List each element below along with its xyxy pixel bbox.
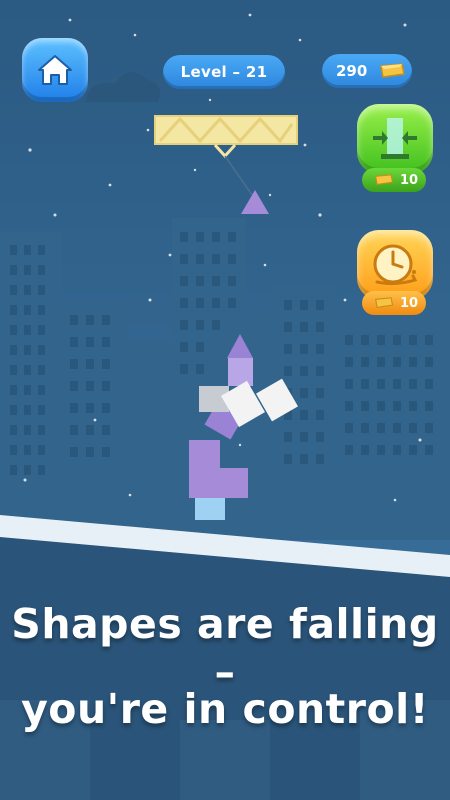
gold-bar-icon — [380, 63, 405, 78]
promo-line-1: Shapes are falling – — [11, 600, 439, 696]
block-light-blue — [195, 498, 225, 520]
coin-counter: 290 — [322, 54, 412, 88]
powerup-slow-time-button[interactable] — [357, 230, 433, 300]
price-value: 10 — [400, 172, 419, 188]
home-icon — [38, 55, 72, 85]
level-label: Level – 21 — [180, 63, 268, 81]
powerup-push-price: 10 — [362, 168, 426, 192]
powerup-push-button[interactable] — [357, 104, 433, 174]
block-lavender — [228, 358, 253, 386]
gold-bar-icon — [375, 297, 394, 309]
promo-line-2: you're in control! — [21, 685, 429, 733]
powerup-slow-time-price: 10 — [362, 291, 426, 315]
level-indicator: Level – 21 — [163, 55, 285, 89]
home-button[interactable] — [22, 38, 88, 102]
coin-count: 290 — [336, 62, 368, 80]
push-blocks-icon — [373, 118, 417, 159]
snail-clock-icon — [373, 244, 418, 286]
gold-bar-icon — [375, 174, 394, 186]
price-value: 10 — [400, 295, 419, 311]
